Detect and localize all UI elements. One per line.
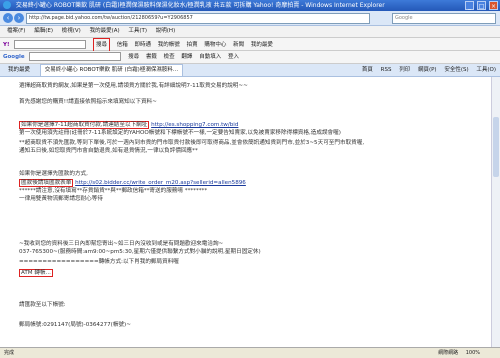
yahoo-account-button[interactable]: 我的帳號	[158, 39, 180, 51]
status-text: 完成	[4, 350, 15, 356]
seven-eleven-instruction: 如果你是選擇7-11超商取貨付款,請連結至以下網址	[19, 121, 150, 129]
menu-file[interactable]: 檔案(F)	[7, 28, 25, 34]
register-note: 第一次使用須先註冊(註冊於7-11系統設定的YAHOO帳號和下標帳號不一樣,一定…	[19, 130, 341, 136]
remit-form-line: 匯款後請填匯款表單 http://s02.bidder.cc/write_ord…	[19, 179, 246, 187]
search-input[interactable]: Google	[392, 13, 496, 24]
favorites-star-tab[interactable]: 我的最愛	[4, 64, 34, 76]
yahoo-auction-button[interactable]: 拍賣	[187, 39, 198, 51]
address-bar: ‹ › http://tw.page.bid.yahoo.com/tw/auct…	[0, 11, 500, 26]
menu-edit[interactable]: 編輯(E)	[34, 28, 53, 34]
contact-line: 037-765300~(服務時間:am9:00~pm5:30,星期六僅提供聯繫方…	[19, 249, 261, 255]
safety-menu-button[interactable]: 安全性(S)	[444, 67, 468, 73]
vertical-scrollbar[interactable]	[491, 77, 500, 347]
menu-tools[interactable]: 工具(T)	[128, 28, 147, 34]
google-toolbar: Google 搜尋 書籤 檢查 翻譯 自動填入 登入	[0, 51, 500, 64]
yahoo-search-input[interactable]	[14, 40, 87, 49]
thanks-line: 首先感謝您的購買!!請直接依照指示來填寫知以下資料~	[19, 99, 157, 105]
ship-promise-line: ~我收到您的資料後三日內即幫您寄出~如三日內沒收到或是有問題歡迎來電洽詢~	[19, 241, 224, 247]
command-bar: 首頁 RSS 列印 網頁(P) 安全性(S) 工具(O)	[356, 64, 496, 76]
scrollbar-thumb[interactable]	[493, 117, 499, 177]
menu-favorites[interactable]: 我的最愛(A)	[90, 28, 120, 34]
google-search-input[interactable]	[29, 52, 122, 61]
page-menu-button[interactable]: 網頁(P)	[418, 67, 437, 73]
remit-form-label: 匯款後請填匯款表單	[19, 179, 74, 187]
tab-bar: 我的最愛 交易終小罐心 ROBOT樂飲 肌研 (白霜)極潤保濕胺料... 首頁 …	[0, 64, 500, 77]
google-search-button[interactable]: 搜尋	[128, 51, 139, 63]
tab-current-page[interactable]: 交易終小罐心 ROBOT樂飲 肌研 (白霜)極潤保濕胺料...	[39, 64, 184, 76]
remit-form-link[interactable]: http://s02.bidder.cc/write_order_m20.asp…	[75, 180, 246, 186]
remit-intro: 如果你是選擇先匯款的方式,	[19, 171, 88, 177]
intro-line: 選擇超商取貨的網友,如果是第一次使用,請領貨方關於我,有詳細說明7-11取貨交易…	[19, 83, 248, 89]
yahoo-favorites-button[interactable]: 我的最愛	[251, 39, 273, 51]
tools-menu-button[interactable]: 工具(O)	[476, 67, 496, 73]
post-account: 郵局帳號:0291147(局號)-0364277(帳號)~	[19, 322, 131, 328]
shipping-line: 一律用雙黃物流郵寄請您耐心等待	[19, 196, 103, 202]
return-note: 通知五日後,如您取貨門市會自動退貨,如有退貨情況,一律以負評價回應**	[19, 148, 198, 154]
google-translate-button[interactable]: 翻譯	[181, 51, 192, 63]
home-button[interactable]: 首頁	[362, 67, 373, 73]
atm-label: ATM 轉帳...	[19, 269, 53, 277]
seven-eleven-link[interactable]: http://es.shopping7.com.tw/bid	[151, 122, 238, 128]
maximize-button[interactable]: □	[477, 1, 487, 10]
google-check-button[interactable]: 檢查	[164, 51, 175, 63]
seven-eleven-line: 如果你是選擇7-11超商取貨付款,請連結至以下網址 http://es.shop…	[19, 121, 238, 129]
yahoo-logo: Y!	[3, 42, 10, 48]
notice-line: ******請注意,沒有填寫**存貨銷貨**與**郵政信箱**寄送的服務唷 **…	[19, 188, 208, 194]
google-autofill-button[interactable]: 自動填入	[199, 51, 221, 63]
rss-button[interactable]: RSS	[381, 67, 392, 73]
page-content: 選擇超商取貨的網友,如果是第一次使用,請領貨方關於我,有詳細說明7-11取貨交易…	[0, 77, 492, 347]
status-bar: 完成 網際網路 100%	[0, 347, 500, 358]
transfer-line: =================轉帳方式:以下肖我的郵局資料喔	[19, 259, 179, 265]
yahoo-toolbar: Y! 搜尋 信箱 即時通 我的帳號 拍賣 購物中心 新聞 我的最愛	[0, 38, 500, 52]
back-arrow-icon[interactable]: ‹	[3, 13, 13, 23]
pickup-note: **超商取貨不須先匯款,等到下單後,可於一週內到市貨的門市取貨付款後即可取得商品…	[19, 140, 365, 146]
google-bookmarks-button[interactable]: 書籤	[146, 51, 157, 63]
print-button[interactable]: 列印	[399, 67, 410, 73]
ie-icon	[3, 1, 11, 9]
close-button[interactable]: ×	[489, 1, 498, 10]
account-intro: 請匯款至以下帳號:	[19, 302, 66, 308]
window-title-bar: 交易終小罐心 ROBOT樂飲 肌研 (白霜)極潤保濕胺料保濕化妝水/極潤乳液 共…	[0, 0, 500, 11]
yahoo-search-button[interactable]: 搜尋	[93, 38, 111, 52]
menu-bar: 檔案(F) 編輯(E) 檢視(V) 我的最愛(A) 工具(T) 說明(H)	[0, 26, 500, 38]
google-logo: Google	[3, 54, 25, 60]
yahoo-news-button[interactable]: 新聞	[233, 39, 244, 51]
yahoo-messenger-button[interactable]: 即時通	[135, 39, 152, 51]
menu-view[interactable]: 檢視(V)	[62, 28, 81, 34]
forward-arrow-icon[interactable]: ›	[14, 13, 24, 23]
minimize-button[interactable]: _	[465, 1, 475, 10]
yahoo-shopping-button[interactable]: 購物中心	[204, 39, 226, 51]
google-signin-button[interactable]: 登入	[228, 51, 239, 63]
window-title: 交易終小罐心 ROBOT樂飲 肌研 (白霜)極潤保濕胺料保濕化妝水/極潤乳液 共…	[15, 2, 385, 9]
zoom-level[interactable]: 100%	[466, 350, 480, 356]
yahoo-mail-button[interactable]: 信箱	[117, 39, 128, 51]
menu-help[interactable]: 說明(H)	[156, 28, 175, 34]
url-input[interactable]: http://tw.page.bid.yahoo.com/tw/auction/…	[26, 13, 370, 24]
window-controls: _ □ ×	[464, 1, 498, 11]
atm-line: ATM 轉帳...	[19, 269, 53, 277]
zone-label: 網際網路	[438, 350, 459, 356]
